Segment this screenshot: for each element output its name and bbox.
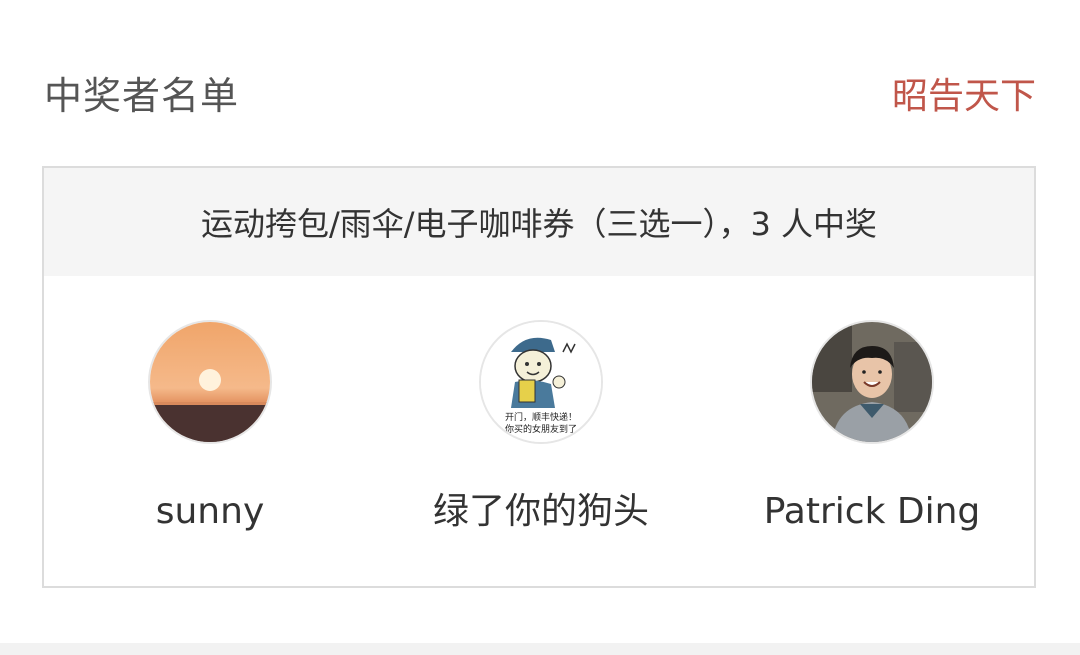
winner-item-patrick[interactable]: Patrick Ding xyxy=(722,276,1022,586)
page-title: 中奖者名单 xyxy=(44,74,240,118)
winner-name: 绿了你的狗头 xyxy=(432,491,649,532)
prize-description: 运动挎包/雨伞/电子咖啡券（三选一），3 人中奖 xyxy=(200,205,878,243)
bottom-divider xyxy=(0,643,1080,655)
meme-caption-1: 开门，顺丰快递！ xyxy=(505,411,577,423)
meme-caption-2: 你买的女朋友到了 xyxy=(505,423,577,435)
winner-item-goutou[interactable]: 开门，顺丰快递！ 你买的女朋友到了 绿了你的狗头 xyxy=(391,276,691,586)
person-photo-avatar-icon[interactable] xyxy=(810,320,934,444)
winner-item-sunny[interactable]: sunny xyxy=(60,276,360,586)
winners-header: 中奖者名单 昭告天下 xyxy=(0,0,1080,166)
meme-avatar-icon[interactable]: 开门，顺丰快递！ 你买的女朋友到了 xyxy=(479,320,603,444)
announce-link[interactable]: 昭告天下 xyxy=(892,74,1036,120)
sunset-avatar-icon[interactable] xyxy=(148,320,272,444)
winner-name: Patrick Ding xyxy=(763,491,981,532)
winners-list: sunny 开门，顺丰快递！ 你买的女朋友到了 绿了你的狗头 Patrick D… xyxy=(44,276,1034,586)
prize-banner: 运动挎包/雨伞/电子咖啡券（三选一），3 人中奖 xyxy=(44,168,1034,276)
winner-name: sunny xyxy=(155,491,265,532)
winners-card: 运动挎包/雨伞/电子咖啡券（三选一），3 人中奖 sunny 开门，顺丰快递！ … xyxy=(42,166,1036,588)
